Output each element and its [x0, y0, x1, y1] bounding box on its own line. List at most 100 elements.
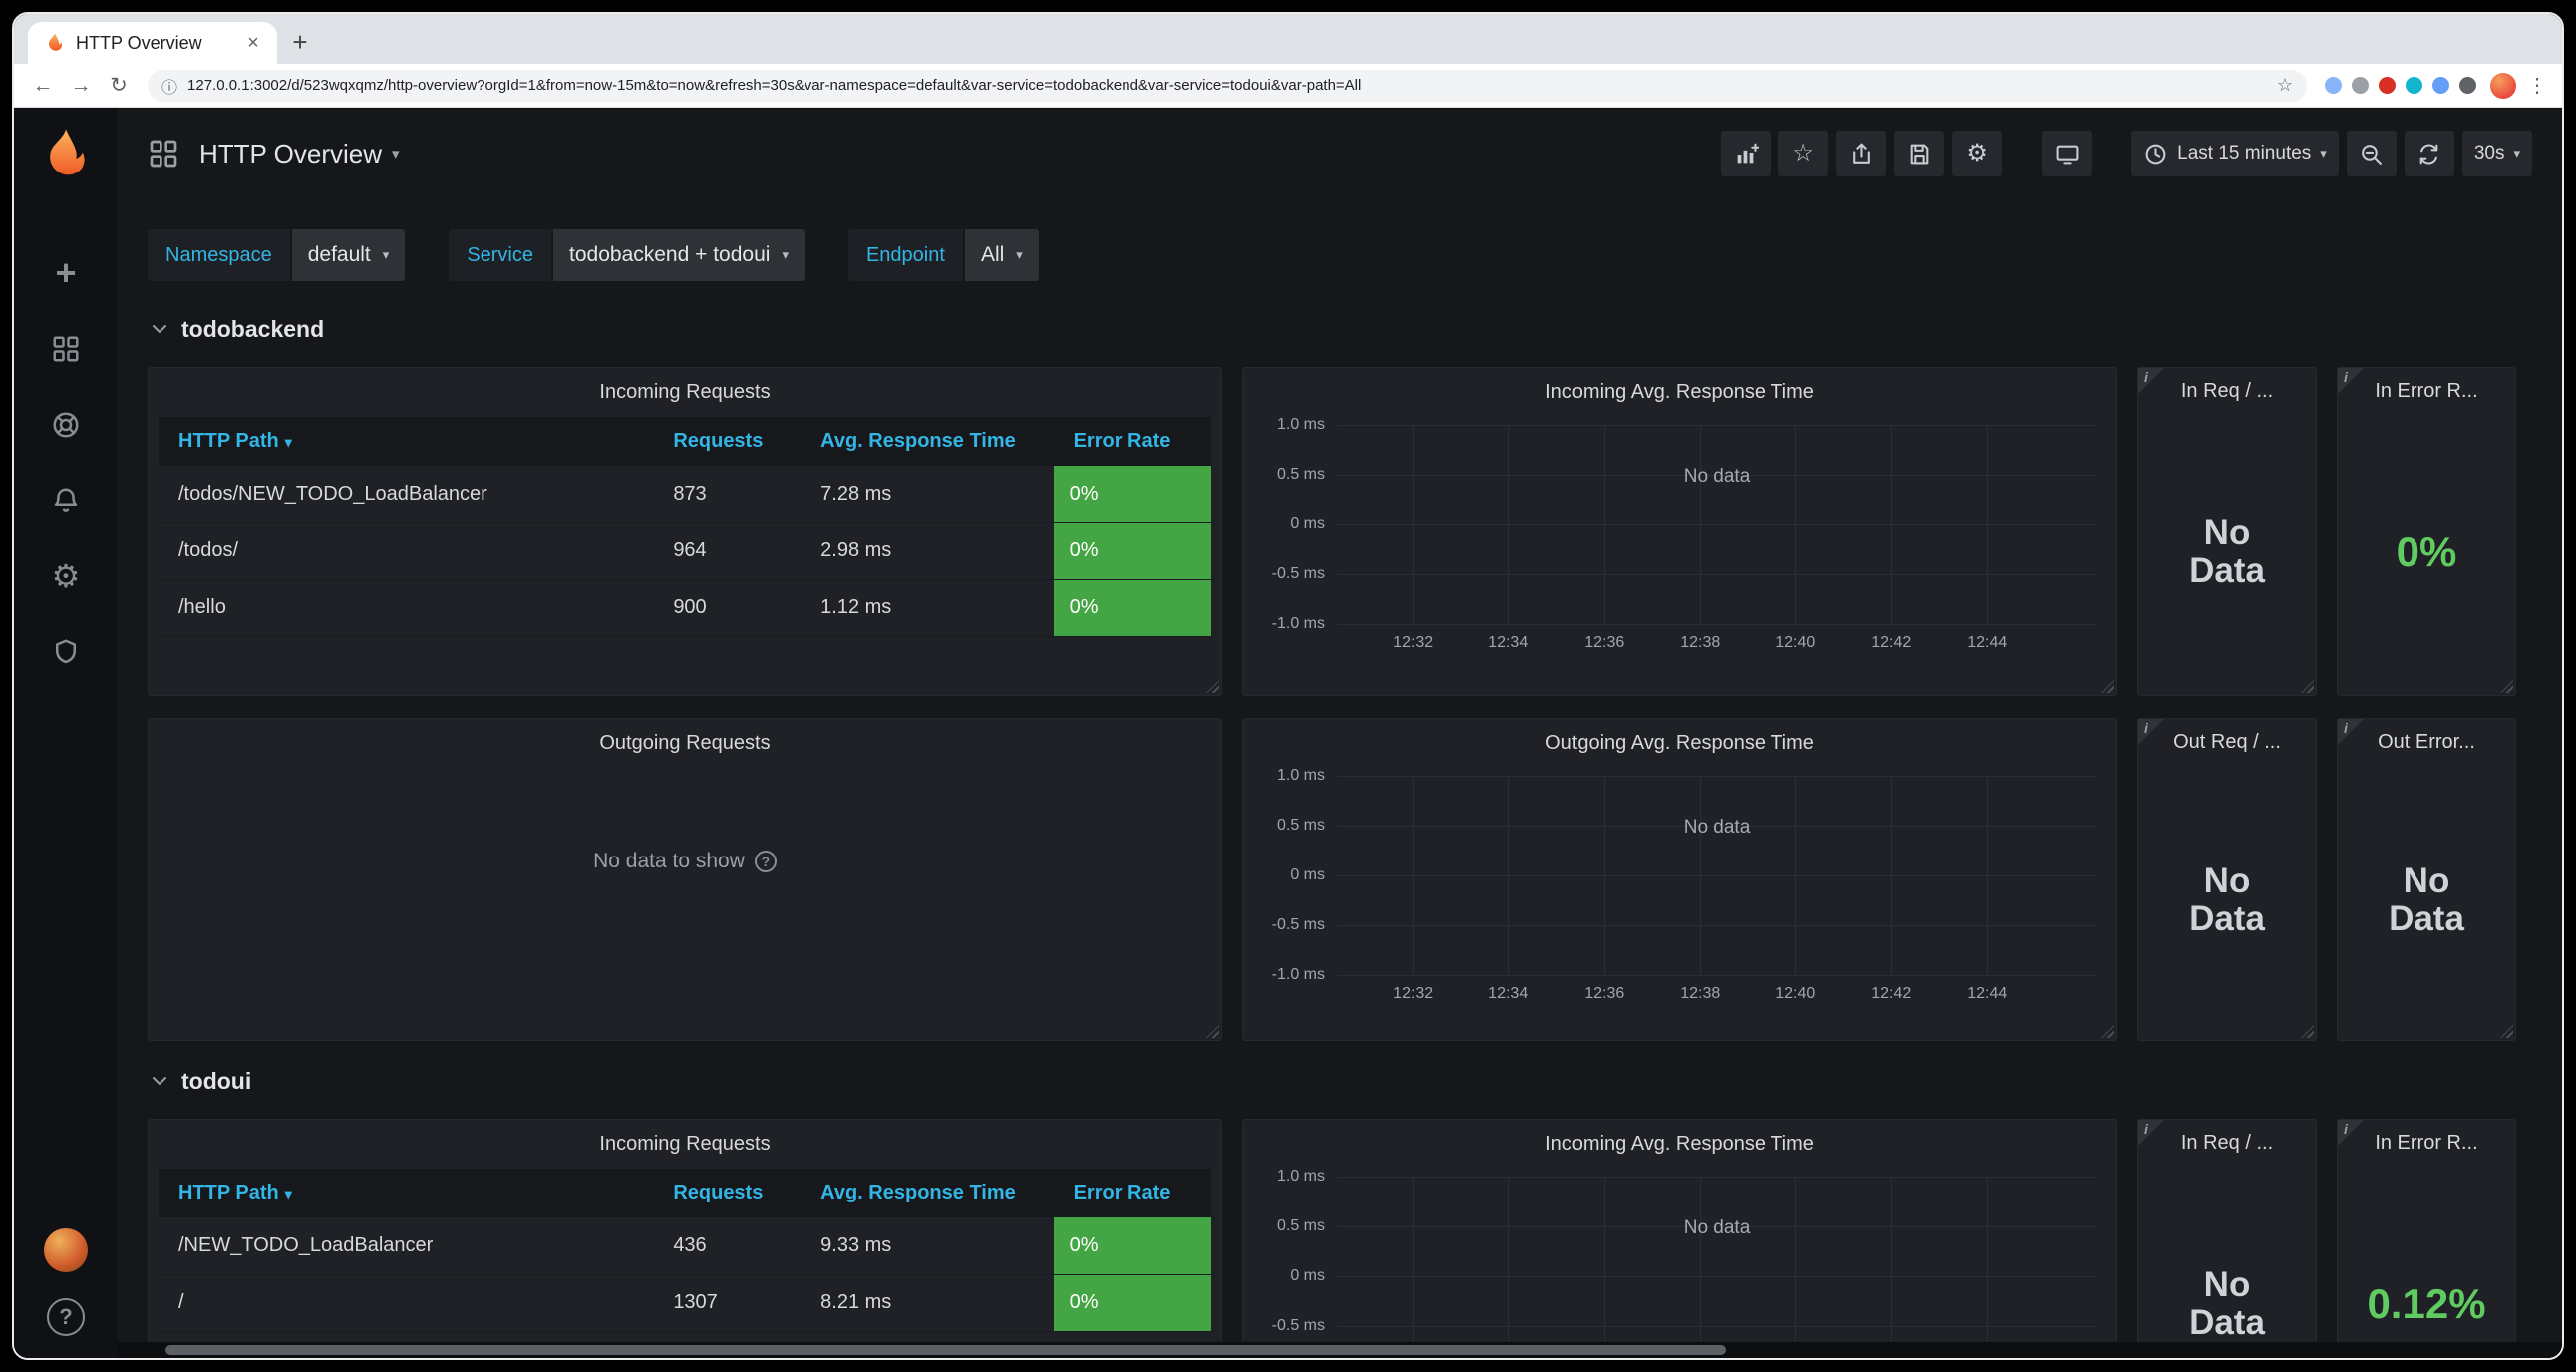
server-admin-shield-icon[interactable] — [42, 628, 90, 676]
column-header-http-path[interactable]: HTTP Path▾ — [159, 417, 653, 466]
section-todobackend[interactable]: todobackend — [148, 311, 2532, 347]
no-data-label: No data — [1684, 466, 1751, 488]
cell-http-path: /hello — [159, 579, 653, 636]
explore-icon[interactable] — [42, 401, 90, 449]
section-title: todoui — [181, 1068, 251, 1095]
variable-endpoint-value[interactable]: All ▾ — [965, 229, 1039, 281]
site-info-icon[interactable]: ⓘ — [161, 74, 177, 98]
x-axis-tick: 12:34 — [1488, 985, 1528, 1003]
panel-title[interactable]: Out Error... — [2338, 719, 2515, 761]
bookmark-star-icon[interactable]: ☆ — [2277, 75, 2293, 96]
column-header-error-rate[interactable]: Error Rate — [1054, 1169, 1211, 1217]
extension-icon[interactable] — [2325, 77, 2342, 94]
panel-title[interactable]: In Req / ... — [2138, 1120, 2316, 1162]
variable-endpoint[interactable]: Endpoint All ▾ — [848, 229, 1039, 281]
time-range-caret-icon: ▾ — [2320, 146, 2327, 162]
dashboard-grid-icon[interactable] — [148, 138, 179, 170]
panel-title[interactable]: Outgoing Requests — [149, 719, 1221, 762]
share-dashboard-button[interactable] — [1836, 131, 1886, 176]
stat-value: No Data — [2177, 1266, 2277, 1342]
back-icon[interactable]: ← — [26, 69, 60, 103]
extension-icon[interactable] — [2352, 77, 2369, 94]
cell-http-path: / — [159, 1274, 653, 1331]
save-dashboard-button[interactable] — [1894, 131, 1944, 176]
cycle-view-mode-button[interactable] — [2042, 131, 2092, 176]
column-header-http-path[interactable]: HTTP Path▾ — [159, 1169, 653, 1217]
section-todoui[interactable]: todoui — [148, 1063, 2532, 1099]
column-header-avg-response[interactable]: Avg. Response Time — [801, 417, 1053, 466]
panel-title[interactable]: Incoming Avg. Response Time — [1243, 368, 2116, 411]
zoom-out-button[interactable] — [2347, 131, 2397, 176]
panel-incoming-avg-response-todobackend: Incoming Avg. Response Time 1.0 ms 0.5 m… — [1242, 367, 2117, 696]
panel-title[interactable]: Incoming Avg. Response Time — [1243, 1120, 2116, 1163]
panel-info-corner-icon[interactable] — [2338, 368, 2364, 394]
x-axis-tick: 12:36 — [1584, 634, 1624, 652]
browser-profile-avatar[interactable] — [2490, 73, 2516, 99]
variable-service-value[interactable]: todobackend + todoui ▾ — [553, 229, 805, 281]
panel-info-corner-icon[interactable] — [2138, 1120, 2164, 1146]
variable-service[interactable]: Service todobackend + todoui ▾ — [449, 229, 805, 281]
variable-namespace-value-text: default — [308, 243, 371, 267]
user-avatar[interactable] — [44, 1228, 88, 1272]
panel-title[interactable]: Out Req / ... — [2138, 719, 2316, 761]
panel-title[interactable]: In Error R... — [2338, 1120, 2515, 1162]
panel-title[interactable]: Incoming Requests — [149, 368, 1221, 411]
help-icon[interactable]: ? — [47, 1298, 85, 1336]
address-bar[interactable]: ⓘ 127.0.0.1:3002/d/523wqxqmz/http-overvi… — [148, 70, 2307, 102]
graph-plot[interactable]: 1.0 ms 0.5 ms 0 ms -0.5 ms -1.0 ms 12:32… — [1337, 776, 2096, 975]
x-axis-tick: 12:44 — [1967, 985, 2007, 1003]
variable-endpoint-value-text: All — [981, 243, 1004, 267]
extension-icon[interactable] — [2379, 77, 2396, 94]
cell-error-rate: 0% — [1054, 466, 1211, 522]
add-panel-button[interactable] — [1721, 131, 1771, 176]
cell-avg-response: 7.28 ms — [801, 466, 1053, 522]
star-dashboard-button[interactable]: ☆ — [1778, 131, 1828, 176]
dashboard-picker-caret-icon[interactable]: ▾ — [392, 145, 400, 163]
y-axis-tick: -0.5 ms — [1272, 565, 1325, 583]
dashboards-icon[interactable] — [42, 325, 90, 373]
configuration-gear-icon[interactable]: ⚙ — [42, 552, 90, 600]
forward-icon[interactable]: → — [64, 69, 98, 103]
alerting-bell-icon[interactable] — [42, 477, 90, 524]
column-header-requests[interactable]: Requests — [653, 1169, 801, 1217]
column-header-avg-response[interactable]: Avg. Response Time — [801, 1169, 1053, 1217]
panel-title[interactable]: Incoming Requests — [149, 1120, 1221, 1163]
extension-icon[interactable] — [2459, 77, 2476, 94]
variable-namespace[interactable]: Namespace default ▾ — [148, 229, 405, 281]
graph-plot[interactable]: 1.0 ms 0.5 ms 0 ms -0.5 ms -1.0 ms 12:32… — [1337, 425, 2096, 624]
extension-icon[interactable] — [2432, 77, 2449, 94]
dashboard-settings-button[interactable]: ⚙ — [1952, 131, 2002, 176]
tab-close-icon[interactable]: × — [241, 32, 265, 55]
variable-namespace-value[interactable]: default ▾ — [292, 229, 406, 281]
y-axis-tick: 0.5 ms — [1277, 1217, 1325, 1235]
cell-avg-response: 2.98 ms — [801, 522, 1053, 579]
panel-title[interactable]: In Error R... — [2338, 368, 2515, 410]
grafana-logo-icon[interactable] — [37, 126, 95, 183]
horizontal-scrollbar[interactable] — [118, 1342, 2562, 1358]
cell-http-path: /NEW_TODO_LoadBalancer — [159, 1217, 653, 1274]
refresh-button[interactable] — [2405, 131, 2454, 176]
panel-info-corner-icon[interactable] — [2338, 719, 2364, 745]
extension-icon[interactable] — [2406, 77, 2422, 94]
cell-avg-response: 1.12 ms — [801, 579, 1053, 636]
browser-menu-icon[interactable]: ⋮ — [2524, 73, 2550, 98]
dashboard-title[interactable]: HTTP Overview — [199, 139, 382, 170]
panel-info-corner-icon[interactable] — [2138, 368, 2164, 394]
graph-plot[interactable]: 1.0 ms 0.5 ms 0 ms -0.5 ms -1.0 ms 12:32… — [1337, 1177, 2096, 1358]
table-header-row: HTTP Path▾ Requests Avg. Response Time E… — [159, 1169, 1211, 1217]
panel-info-corner-icon[interactable] — [2338, 1120, 2364, 1146]
horizontal-scrollbar-thumb[interactable] — [165, 1345, 1726, 1355]
question-circle-icon[interactable]: ? — [755, 851, 777, 872]
column-header-requests[interactable]: Requests — [653, 417, 801, 466]
new-tab-button[interactable]: + — [283, 25, 317, 59]
reload-icon[interactable]: ↻ — [102, 69, 136, 103]
column-header-error-rate[interactable]: Error Rate — [1054, 417, 1211, 466]
create-plus-icon[interactable]: + — [42, 249, 90, 297]
panel-info-corner-icon[interactable] — [2138, 719, 2164, 745]
panel-title[interactable]: In Req / ... — [2138, 368, 2316, 410]
time-range-picker[interactable]: Last 15 minutes ▾ — [2131, 131, 2339, 176]
panel-title[interactable]: Outgoing Avg. Response Time — [1243, 719, 2116, 762]
refresh-interval-select[interactable]: 30s ▾ — [2462, 131, 2532, 176]
browser-tab[interactable]: HTTP Overview × — [28, 22, 277, 64]
dashboard-body: Namespace default ▾ Service todobackend … — [118, 199, 2562, 1358]
